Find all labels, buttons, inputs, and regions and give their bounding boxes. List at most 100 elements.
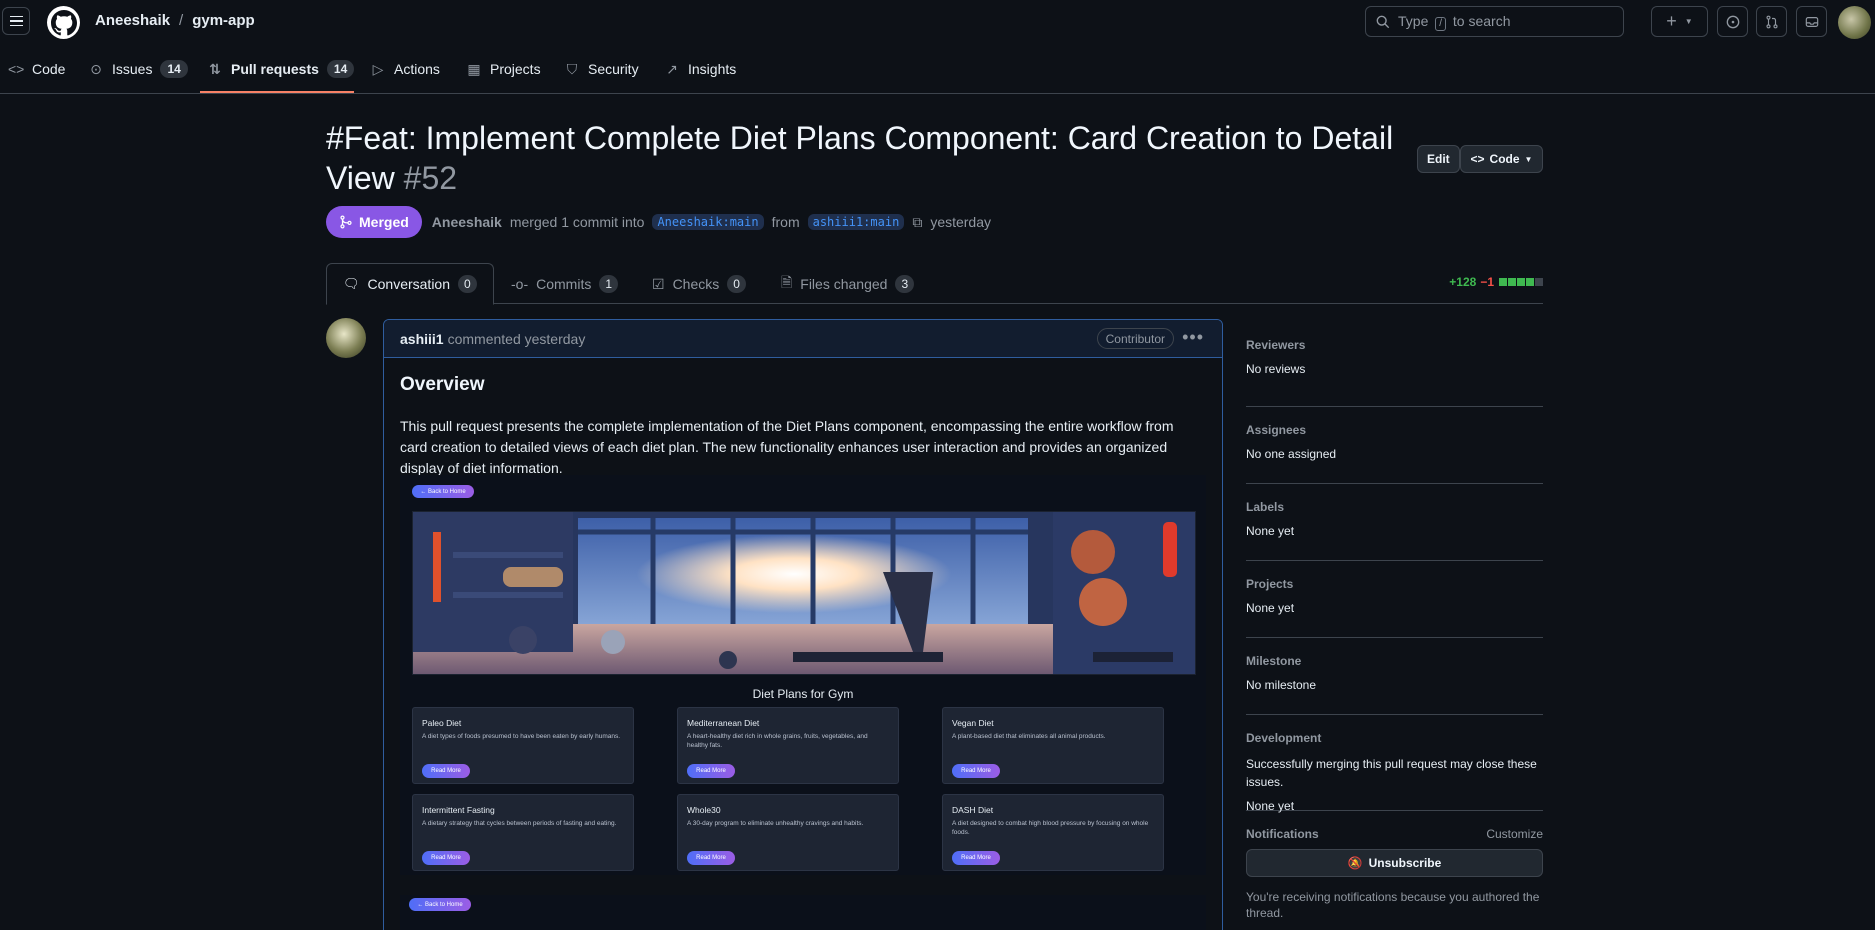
- screenshot-image[interactable]: ← Back to Home Diet Plans for Gym Paleo …: [400, 475, 1206, 875]
- code-button-label: Code: [1489, 152, 1520, 166]
- github-logo-icon[interactable]: [47, 6, 80, 39]
- diet-card: DASH Diet A diet designed to combat high…: [942, 794, 1164, 871]
- diet-card-title: Whole30: [687, 805, 721, 815]
- file-diff-icon: 🗎: [781, 274, 793, 290]
- tab-commits-label: Commits: [536, 276, 592, 292]
- base-branch[interactable]: Aneeshaik:main: [652, 214, 764, 230]
- table-icon: ▦: [467, 60, 481, 77]
- merge-text: merged 1 commit into: [509, 214, 645, 230]
- edit-button[interactable]: Edit: [1417, 145, 1460, 173]
- pull-requests-icon[interactable]: [1756, 6, 1787, 37]
- repo-link[interactable]: gym-app: [192, 12, 255, 29]
- menu-icon[interactable]: [2, 7, 30, 35]
- pr-number: #52: [403, 160, 458, 196]
- projects-heading[interactable]: Projects: [1246, 577, 1543, 591]
- milestone-heading[interactable]: Milestone: [1246, 654, 1543, 668]
- status-label: Merged: [359, 214, 409, 230]
- diffstat-block: [1517, 278, 1525, 286]
- additions-count: +128: [1449, 275, 1477, 289]
- merge-icon: [340, 215, 352, 229]
- read-more-button: Read More: [422, 851, 470, 865]
- global-header: Aneeshaik / gym-app Type / to search + ▼: [0, 0, 1875, 44]
- diffstat-block: [1508, 278, 1516, 286]
- reviewers-section: Reviewers No reviews: [1246, 330, 1543, 407]
- tab-actions[interactable]: ▷ Actions: [370, 54, 440, 84]
- diffstat-block: [1526, 278, 1534, 286]
- tab-files-label: Files changed: [800, 276, 888, 292]
- issues-icon[interactable]: [1717, 6, 1748, 37]
- code-dropdown-button[interactable]: <> Code ▼: [1460, 145, 1543, 173]
- status-badge: Merged: [326, 206, 422, 238]
- assignees-heading[interactable]: Assignees: [1246, 423, 1543, 437]
- pulls-count: 14: [326, 60, 355, 78]
- read-more-button: Read More: [687, 851, 735, 865]
- screenshot-image-2[interactable]: ← Back to Home: [400, 895, 1206, 930]
- kebab-horizontal-icon[interactable]: •••: [1182, 328, 1204, 346]
- tab-pull-requests[interactable]: ⇅ Pull requests 14: [207, 54, 355, 84]
- labels-value: None yet: [1246, 524, 1295, 538]
- tab-files-changed[interactable]: 🗎 Files changed 3: [781, 263, 915, 305]
- copy-icon[interactable]: ⧉: [912, 214, 922, 231]
- pr-sidebar: Reviewers No reviews Assignees No one as…: [1246, 330, 1543, 921]
- pr-title-text: #Feat: Implement Complete Diet Plans Com…: [326, 120, 1394, 156]
- pr-title-text-2: View: [326, 160, 395, 196]
- diet-card-title: Paleo Diet: [422, 718, 462, 728]
- reviewers-heading[interactable]: Reviewers: [1246, 338, 1543, 352]
- diffstat-block: [1535, 278, 1543, 286]
- code-icon: <>: [8, 61, 25, 77]
- unsubscribe-button[interactable]: 🔕 Unsubscribe: [1246, 849, 1543, 877]
- tab-insights[interactable]: ↗ Insights: [664, 54, 736, 84]
- inbox-icon[interactable]: [1796, 6, 1827, 37]
- repo-nav: <> Code ⊙ Issues 14 ⇅ Pull requests 14 ▷…: [0, 44, 1875, 94]
- tab-conversation[interactable]: 🗨 Conversation 0: [326, 263, 494, 305]
- comment-author-link[interactable]: ashiii1: [400, 331, 444, 347]
- active-tab-underline: [200, 91, 354, 93]
- development-section: Development Successfully merging this pu…: [1246, 715, 1543, 813]
- pull-request-icon: ⇅: [209, 60, 221, 77]
- customize-link[interactable]: Customize: [1486, 827, 1543, 841]
- tab-code[interactable]: <> Code: [8, 54, 65, 84]
- create-new-button[interactable]: + ▼: [1651, 6, 1708, 37]
- tab-commits[interactable]: -o- Commits 1: [511, 263, 619, 305]
- tab-checks[interactable]: ☑ Checks 0: [652, 263, 746, 305]
- comment-author-avatar[interactable]: [326, 318, 366, 358]
- code-icon: <>: [1470, 152, 1485, 166]
- tab-checks-label: Checks: [672, 276, 720, 292]
- comment-timestamp[interactable]: commented yesterday: [448, 331, 586, 347]
- labels-heading[interactable]: Labels: [1246, 500, 1543, 514]
- reviewers-value: No reviews: [1246, 362, 1306, 376]
- caret-down-icon: ▼: [1524, 154, 1533, 164]
- tab-projects[interactable]: ▦ Projects: [466, 54, 540, 84]
- diet-card: Vegan Diet A plant-based diet that elimi…: [942, 707, 1164, 784]
- diet-card-title: DASH Diet: [952, 805, 994, 815]
- diffstat-block: [1499, 278, 1507, 286]
- diet-card-desc: A diet designed to combat high blood pre…: [952, 820, 1149, 836]
- search-input[interactable]: Type / to search: [1365, 6, 1624, 37]
- plus-icon: +: [1666, 11, 1677, 31]
- tab-issues[interactable]: ⊙ Issues 14: [88, 54, 188, 84]
- diet-card-desc: A heart-healthy diet rich in whole grain…: [687, 733, 868, 749]
- from-text: from: [771, 214, 800, 230]
- development-heading[interactable]: Development: [1246, 731, 1543, 745]
- head-branch[interactable]: ashiii1:main: [807, 214, 905, 230]
- comment-discussion-icon: 🗨: [343, 276, 360, 291]
- read-more-button: Read More: [687, 764, 735, 778]
- user-avatar[interactable]: [1838, 6, 1871, 39]
- diet-card-desc: A diet types of foods presumed to have b…: [422, 733, 621, 740]
- diet-card-title: Intermittent Fasting: [422, 805, 495, 815]
- search-placeholder: Type / to search: [1398, 12, 1511, 31]
- gym-hero-image: [412, 511, 1196, 675]
- owner-link[interactable]: Aneeshaik: [95, 12, 170, 29]
- labels-section: Labels None yet: [1246, 484, 1543, 561]
- diet-card: Paleo Diet A diet types of foods presume…: [412, 707, 634, 784]
- pr-description-comment: ashiii1 commented yesterday Contributor …: [383, 319, 1223, 930]
- pr-tabs: 🗨 Conversation 0 -o- Commits 1 ☑ Checks …: [326, 263, 1543, 305]
- diet-card: Mediterranean Diet A heart-healthy diet …: [677, 707, 899, 784]
- diet-card-title: Vegan Diet: [952, 718, 994, 728]
- notification-reason: You're receiving notifications because y…: [1246, 890, 1540, 920]
- tab-pulls-label: Pull requests: [231, 61, 319, 77]
- tab-conversation-label: Conversation: [367, 276, 451, 292]
- pr-author-link[interactable]: Aneeshaik: [432, 214, 502, 230]
- diffstat-blocks: [1498, 275, 1543, 289]
- tab-security[interactable]: ⛉ Security: [564, 54, 639, 84]
